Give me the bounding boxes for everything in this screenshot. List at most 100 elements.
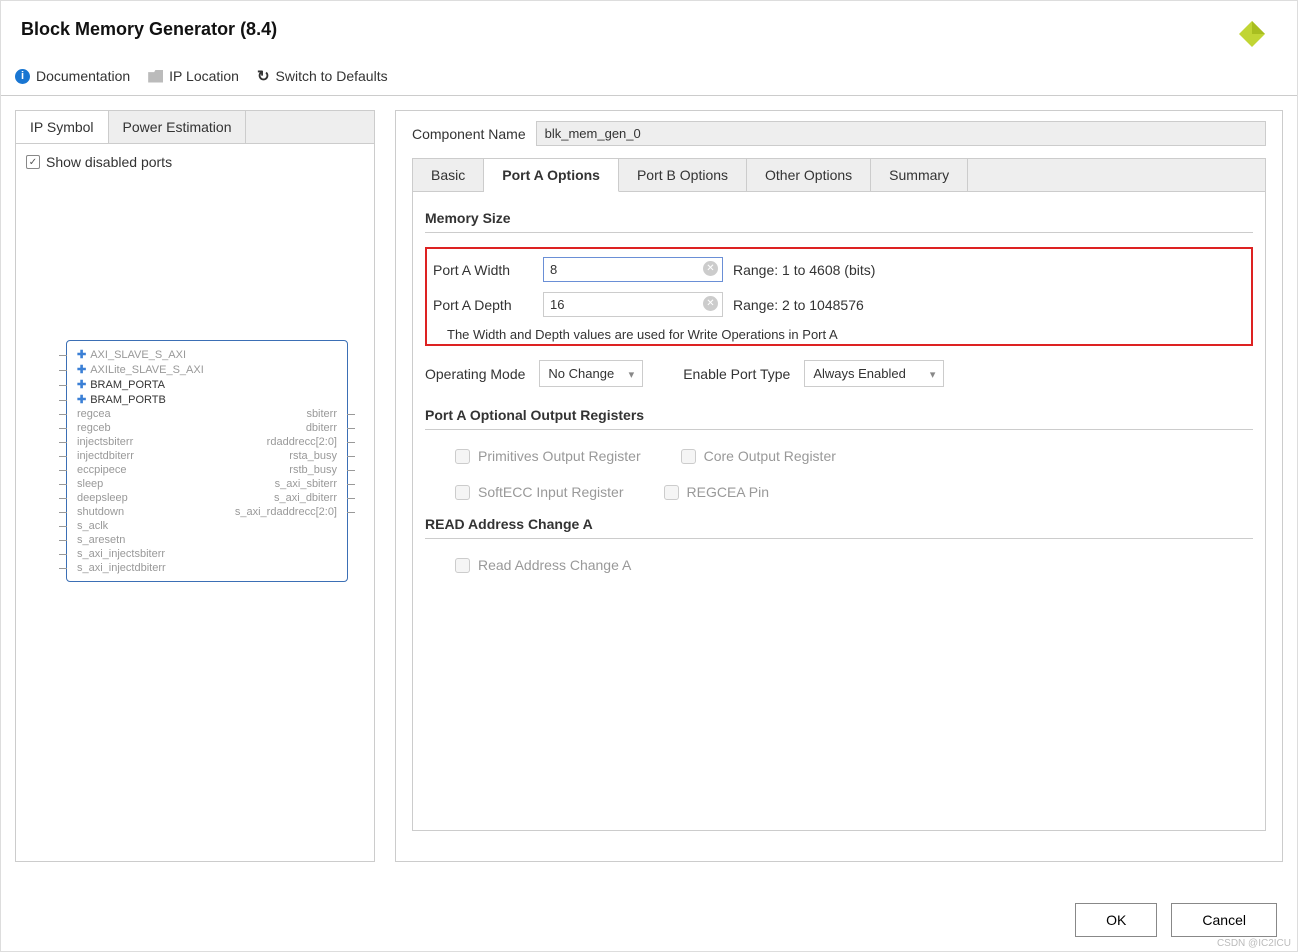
ip-port-row: sleep s_axi_sbiterr xyxy=(67,477,347,491)
ip-port-left: sleep xyxy=(77,478,103,490)
ip-port-left: regceb xyxy=(77,422,111,434)
opt-primitives-output[interactable]: Primitives Output Register xyxy=(455,448,641,464)
ip-port-left: ✚BRAM_PORTA xyxy=(77,378,165,391)
port-a-depth-input[interactable]: 16 ✕ xyxy=(543,292,723,317)
dialog-window: Block Memory Generator (8.4) i Documenta… xyxy=(0,0,1298,952)
ip-port-left: deepsleep xyxy=(77,492,128,504)
switch-defaults-label: Switch to Defaults xyxy=(276,68,388,84)
read-addr-title: READ Address Change A xyxy=(425,516,1253,539)
tab-port-a-options[interactable]: Port A Options xyxy=(484,159,619,192)
cancel-button[interactable]: Cancel xyxy=(1171,903,1277,937)
watermark: CSDN @IC2ICU xyxy=(1217,938,1291,949)
tab-port-a-body: Memory Size Port A Width 8 ✕ Range: 1 to… xyxy=(412,191,1266,831)
ip-port-row: injectdbiterrrsta_busy xyxy=(67,449,347,463)
opt-regcea-pin[interactable]: REGCEA Pin xyxy=(664,484,769,500)
optional-regs-row1: Primitives Output Register Core Output R… xyxy=(425,444,1253,480)
tab-ip-symbol[interactable]: IP Symbol xyxy=(16,111,109,143)
port-a-depth-label: Port A Depth xyxy=(433,297,533,313)
operating-mode-label: Operating Mode xyxy=(425,366,525,382)
chevron-down-icon: ▾ xyxy=(629,368,635,381)
main-tabs: BasicPort A OptionsPort B OptionsOther O… xyxy=(412,158,1266,191)
documentation-link[interactable]: i Documentation xyxy=(15,68,130,84)
tab-basic[interactable]: Basic xyxy=(413,159,484,191)
ip-port-row: deepsleep s_axi_dbiterr xyxy=(67,491,347,505)
chevron-down-icon: ▾ xyxy=(930,368,936,381)
ip-port-left: injectsbiterr xyxy=(77,436,133,448)
opt-core-output[interactable]: Core Output Register xyxy=(681,448,836,464)
vivado-logo-icon xyxy=(1237,19,1267,49)
dialog-header: Block Memory Generator (8.4) xyxy=(1,1,1297,61)
switch-defaults-link[interactable]: ↻ Switch to Defaults xyxy=(257,67,388,85)
enable-port-value: Always Enabled xyxy=(813,366,906,381)
tab-summary[interactable]: Summary xyxy=(871,159,968,191)
clear-icon[interactable]: ✕ xyxy=(703,261,718,276)
toolbar: i Documentation IP Location ↻ Switch to … xyxy=(1,61,1297,96)
operating-mode-value: No Change xyxy=(548,366,614,381)
documentation-label: Documentation xyxy=(36,68,130,84)
ip-port-row: s_aresetn xyxy=(67,533,347,547)
ip-port-left: regcea xyxy=(77,408,111,420)
show-disabled-checkbox[interactable]: ✓ Show disabled ports xyxy=(26,154,364,170)
port-a-width-row: Port A Width 8 ✕ Range: 1 to 4608 (bits) xyxy=(433,257,1245,282)
ip-port-row: eccpipecerstb_busy xyxy=(67,463,347,477)
port-a-depth-range: Range: 2 to 1048576 xyxy=(733,297,864,313)
ip-port-left: ✚BRAM_PORTB xyxy=(77,393,166,406)
ip-location-link[interactable]: IP Location xyxy=(148,68,239,84)
clear-icon[interactable]: ✕ xyxy=(703,296,718,311)
left-tab-body: ✓ Show disabled ports ✚AXI_SLAVE_S_AXI ✚A… xyxy=(16,144,374,861)
read-addr-row: Read Address Change A xyxy=(425,553,1253,589)
opt-read-addr-change[interactable]: Read Address Change A xyxy=(455,557,631,573)
ip-port-row: regcea sbiterr xyxy=(67,407,347,421)
checkbox-icon xyxy=(664,485,679,500)
dialog-title: Block Memory Generator (8.4) xyxy=(21,19,277,40)
ip-port-row: ✚AXI_SLAVE_S_AXI xyxy=(67,347,347,362)
optional-regs-row2: SoftECC Input Register REGCEA Pin xyxy=(425,480,1253,516)
tab-other-options[interactable]: Other Options xyxy=(747,159,871,191)
ip-port-row: shutdowns_axi_rdaddrecc[2:0] xyxy=(67,505,347,519)
ip-port-left: ✚AXI_SLAVE_S_AXI xyxy=(77,348,186,361)
mode-row: Operating Mode No Change ▾ Enable Port T… xyxy=(425,360,1253,387)
dialog-body: IP Symbol Power Estimation ✓ Show disabl… xyxy=(1,96,1297,876)
left-tabs: IP Symbol Power Estimation xyxy=(16,111,374,144)
optional-regs-title: Port A Optional Output Registers xyxy=(425,407,1253,430)
ip-port-row: s_aclk xyxy=(67,519,347,533)
folder-icon xyxy=(148,70,163,83)
refresh-icon: ↻ xyxy=(257,67,270,85)
ip-port-row: s_axi_injectsbiterr xyxy=(67,547,347,561)
memory-size-title: Memory Size xyxy=(425,210,1253,233)
port-a-width-input[interactable]: 8 ✕ xyxy=(543,257,723,282)
port-a-depth-value: 16 xyxy=(550,297,564,312)
ip-port-row: injectsbiterr rdaddrecc[2:0] xyxy=(67,435,347,449)
ip-port-right: rsta_busy xyxy=(289,450,337,462)
ok-button[interactable]: OK xyxy=(1075,903,1157,937)
right-panel: Component Name blk_mem_gen_0 BasicPort A… xyxy=(395,110,1283,862)
ip-port-left: ✚AXILite_SLAVE_S_AXI xyxy=(77,363,204,376)
ip-port-right: dbiterr xyxy=(306,422,337,434)
checkbox-icon xyxy=(455,485,470,500)
port-a-width-range: Range: 1 to 4608 (bits) xyxy=(733,262,875,278)
dialog-footer: OK Cancel xyxy=(1075,903,1277,937)
opt-softecc-input[interactable]: SoftECC Input Register xyxy=(455,484,624,500)
tab-port-b-options[interactable]: Port B Options xyxy=(619,159,747,191)
ip-port-left: s_aclk xyxy=(77,520,108,532)
ip-port-left: s_axi_injectsbiterr xyxy=(77,548,165,560)
ip-port-right: s_axi_sbiterr xyxy=(275,478,337,490)
tab-power-estimation[interactable]: Power Estimation xyxy=(109,111,247,143)
enable-port-label: Enable Port Type xyxy=(683,366,790,382)
ip-location-label: IP Location xyxy=(169,68,239,84)
ip-port-row: ✚BRAM_PORTA xyxy=(67,377,347,392)
highlighted-region: Port A Width 8 ✕ Range: 1 to 4608 (bits)… xyxy=(425,247,1253,346)
ip-port-left: shutdown xyxy=(77,506,124,518)
checkbox-icon xyxy=(681,449,696,464)
component-name-input[interactable]: blk_mem_gen_0 xyxy=(536,121,1266,146)
ip-port-right: sbiterr xyxy=(306,408,337,420)
info-icon: i xyxy=(15,69,30,84)
checkbox-icon xyxy=(455,558,470,573)
port-a-width-label: Port A Width xyxy=(433,262,533,278)
component-name-label: Component Name xyxy=(412,126,526,142)
ip-port-right: s_axi_dbiterr xyxy=(274,492,337,504)
operating-mode-select[interactable]: No Change ▾ xyxy=(539,360,643,387)
enable-port-select[interactable]: Always Enabled ▾ xyxy=(804,360,944,387)
ip-port-right: rdaddrecc[2:0] xyxy=(267,436,337,448)
port-a-width-value: 8 xyxy=(550,262,557,277)
